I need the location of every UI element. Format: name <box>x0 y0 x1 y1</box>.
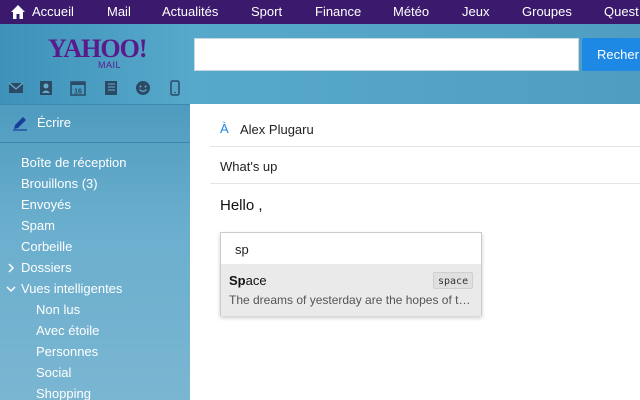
folder-folders[interactable]: Dossiers <box>21 258 72 278</box>
suggestion-title-match: Sp <box>229 273 246 288</box>
suggestion-description: The dreams of yesterday are the hopes of… <box>229 293 475 307</box>
top-navigation-bar: Accueil Mail Actualités Sport Finance Mé… <box>0 0 640 24</box>
smart-view-unread[interactable]: Non lus <box>36 300 80 320</box>
yahoo-mail-logo[interactable]: YAHOO! MAIL <box>48 34 147 74</box>
smart-view-starred[interactable]: Avec étoile <box>36 321 99 341</box>
suggestion-title: Space <box>229 273 267 288</box>
compose-pane: À Alex Plugaru What's up Hello , sp Spac… <box>190 104 640 400</box>
notepad-icon[interactable] <box>103 80 119 96</box>
logo-product: MAIL <box>98 60 122 70</box>
mobile-icon[interactable] <box>167 80 183 96</box>
folder-spam[interactable]: Spam <box>21 216 55 236</box>
autocomplete-suggestion[interactable]: Space space The dreams of yesterday are … <box>221 264 481 316</box>
calendar-day: 16 <box>74 89 82 96</box>
folder-smart-views[interactable]: Vues intelligentes <box>21 279 122 299</box>
calendar-icon[interactable]: 16 <box>70 80 86 96</box>
mail-icon[interactable] <box>8 80 24 96</box>
home-icon[interactable] <box>10 4 26 20</box>
folder-drafts[interactable]: Brouillons (3) <box>21 174 98 194</box>
mail-header: YAHOO! MAIL Recher 16 <box>0 24 640 104</box>
to-field[interactable]: Alex Plugaru <box>240 122 314 137</box>
nav-item-accueil[interactable]: Accueil <box>32 0 74 24</box>
compose-label: Écrire <box>37 115 71 130</box>
folder-sent[interactable]: Envoyés <box>21 195 71 215</box>
suggestion-title-rest: ace <box>245 273 267 288</box>
chevron-right-icon[interactable] <box>6 263 16 273</box>
pencil-icon <box>13 117 27 131</box>
nav-item-meteo[interactable]: Météo <box>393 0 429 24</box>
nav-item-finance[interactable]: Finance <box>315 0 361 24</box>
message-body[interactable]: Hello , <box>220 197 263 214</box>
autocomplete-query[interactable]: sp <box>235 242 249 257</box>
nav-item-jeux[interactable]: Jeux <box>462 0 489 24</box>
folder-trash[interactable]: Corbeille <box>21 237 72 257</box>
smart-view-shopping[interactable]: Shopping <box>36 384 91 400</box>
messenger-icon[interactable] <box>135 80 151 96</box>
search-button[interactable]: Recher <box>582 38 640 71</box>
contacts-icon[interactable] <box>38 80 54 96</box>
sidebar-divider <box>0 142 190 143</box>
folder-sidebar: Écrire Boîte de réception Brouillons (3)… <box>0 104 190 400</box>
nav-item-sport[interactable]: Sport <box>251 0 282 24</box>
smart-view-people[interactable]: Personnes <box>36 342 98 362</box>
nav-item-groupes[interactable]: Groupes <box>522 0 572 24</box>
search-input[interactable] <box>194 38 579 71</box>
suggestion-shortcut-badge: space <box>433 272 474 289</box>
nav-item-questions[interactable]: Quest <box>604 0 639 24</box>
nav-item-mail[interactable]: Mail <box>107 0 131 24</box>
folder-inbox[interactable]: Boîte de réception <box>21 153 127 173</box>
smart-view-social[interactable]: Social <box>36 363 71 383</box>
chevron-down-icon[interactable] <box>6 284 16 294</box>
nav-item-actualites[interactable]: Actualités <box>162 0 218 24</box>
subject-field[interactable]: What's up <box>220 159 277 174</box>
autocomplete-popup: sp Space space The dreams of yesterday a… <box>220 232 482 316</box>
to-label: À <box>220 121 229 136</box>
